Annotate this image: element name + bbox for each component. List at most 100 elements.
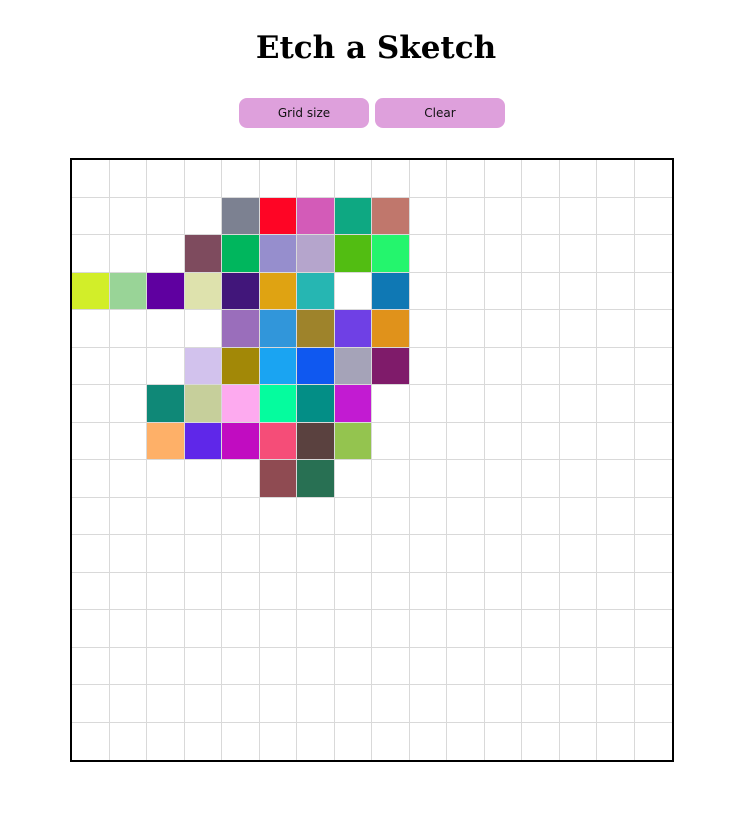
grid-cell[interactable] [297, 722, 335, 760]
grid-cell[interactable] [259, 722, 297, 760]
grid-cell[interactable] [184, 310, 222, 348]
grid-cell[interactable] [522, 722, 560, 760]
grid-cell[interactable] [147, 160, 185, 198]
grid-cell[interactable] [447, 385, 485, 423]
grid-cell[interactable] [222, 572, 260, 610]
grid-cell[interactable] [372, 235, 410, 273]
grid-cell[interactable] [259, 310, 297, 348]
grid-cell[interactable] [297, 310, 335, 348]
grid-cell[interactable] [484, 422, 522, 460]
grid-cell[interactable] [409, 497, 447, 535]
grid-cell[interactable] [522, 347, 560, 385]
grid-cell[interactable] [597, 310, 635, 348]
grid-cell[interactable] [447, 235, 485, 273]
grid-cell[interactable] [222, 310, 260, 348]
grid-cell[interactable] [297, 460, 335, 498]
grid-cell[interactable] [409, 310, 447, 348]
grid-cell[interactable] [409, 535, 447, 573]
grid-cell[interactable] [559, 460, 597, 498]
grid-cell[interactable] [447, 160, 485, 198]
grid-cell[interactable] [222, 647, 260, 685]
grid-cell[interactable] [184, 460, 222, 498]
grid-cell[interactable] [409, 422, 447, 460]
grid-cell[interactable] [372, 197, 410, 235]
grid-cell[interactable] [447, 722, 485, 760]
grid-cell[interactable] [222, 722, 260, 760]
grid-cell[interactable] [597, 610, 635, 648]
grid-cell[interactable] [634, 722, 672, 760]
grid-cell[interactable] [559, 310, 597, 348]
grid-cell[interactable] [372, 497, 410, 535]
grid-cell[interactable] [109, 197, 147, 235]
grid-cell[interactable] [184, 160, 222, 198]
grid-cell[interactable] [484, 685, 522, 723]
grid-cell[interactable] [147, 497, 185, 535]
grid-cell[interactable] [334, 310, 372, 348]
grid-cell[interactable] [109, 460, 147, 498]
grid-cell[interactable] [109, 685, 147, 723]
grid-cell[interactable] [259, 460, 297, 498]
grid-cell[interactable] [184, 347, 222, 385]
grid-cell[interactable] [147, 347, 185, 385]
grid-cell[interactable] [297, 497, 335, 535]
grid-cell[interactable] [522, 497, 560, 535]
grid-cell[interactable] [72, 197, 110, 235]
grid-cell[interactable] [72, 347, 110, 385]
grid-cell[interactable] [597, 647, 635, 685]
grid-cell[interactable] [184, 685, 222, 723]
grid-cell[interactable] [109, 722, 147, 760]
grid-cell[interactable] [634, 610, 672, 648]
grid-cell[interactable] [372, 272, 410, 310]
grid-cell[interactable] [409, 347, 447, 385]
grid-cell[interactable] [597, 422, 635, 460]
grid-cell[interactable] [147, 647, 185, 685]
grid-cell[interactable] [372, 647, 410, 685]
grid-cell[interactable] [222, 235, 260, 273]
grid-cell[interactable] [559, 235, 597, 273]
grid-cell[interactable] [147, 685, 185, 723]
grid-cell[interactable] [522, 160, 560, 198]
grid-cell[interactable] [222, 610, 260, 648]
grid-cell[interactable] [72, 685, 110, 723]
grid-cell[interactable] [222, 497, 260, 535]
grid-cell[interactable] [447, 422, 485, 460]
grid-cell[interactable] [222, 385, 260, 423]
grid-cell[interactable] [597, 460, 635, 498]
grid-cell[interactable] [522, 422, 560, 460]
grid-cell[interactable] [559, 197, 597, 235]
grid-cell[interactable] [484, 610, 522, 648]
grid-cell[interactable] [334, 197, 372, 235]
grid-cell[interactable] [634, 160, 672, 198]
grid-cell[interactable] [634, 272, 672, 310]
grid-cell[interactable] [447, 610, 485, 648]
grid-cell[interactable] [372, 310, 410, 348]
grid-cell[interactable] [522, 572, 560, 610]
grid-cell[interactable] [297, 647, 335, 685]
grid-cell[interactable] [259, 610, 297, 648]
grid-cell[interactable] [72, 235, 110, 273]
grid-cell[interactable] [522, 610, 560, 648]
grid-cell[interactable] [634, 497, 672, 535]
grid-cell[interactable] [222, 422, 260, 460]
grid-cell[interactable] [409, 647, 447, 685]
grid-cell[interactable] [297, 685, 335, 723]
grid-cell[interactable] [597, 685, 635, 723]
grid-cell[interactable] [259, 385, 297, 423]
grid-cell[interactable] [184, 497, 222, 535]
grid-cell[interactable] [559, 535, 597, 573]
grid-cell[interactable] [297, 235, 335, 273]
grid-cell[interactable] [409, 460, 447, 498]
grid-cell[interactable] [184, 385, 222, 423]
grid-cell[interactable] [334, 272, 372, 310]
grid-cell[interactable] [484, 197, 522, 235]
grid-cell[interactable] [634, 235, 672, 273]
grid-cell[interactable] [409, 235, 447, 273]
grid-cell[interactable] [597, 572, 635, 610]
grid-size-button[interactable]: Grid size [239, 98, 369, 128]
grid-cell[interactable] [484, 647, 522, 685]
grid-cell[interactable] [372, 535, 410, 573]
grid-cell[interactable] [297, 347, 335, 385]
grid-cell[interactable] [597, 722, 635, 760]
grid-cell[interactable] [559, 272, 597, 310]
grid-cell[interactable] [447, 347, 485, 385]
